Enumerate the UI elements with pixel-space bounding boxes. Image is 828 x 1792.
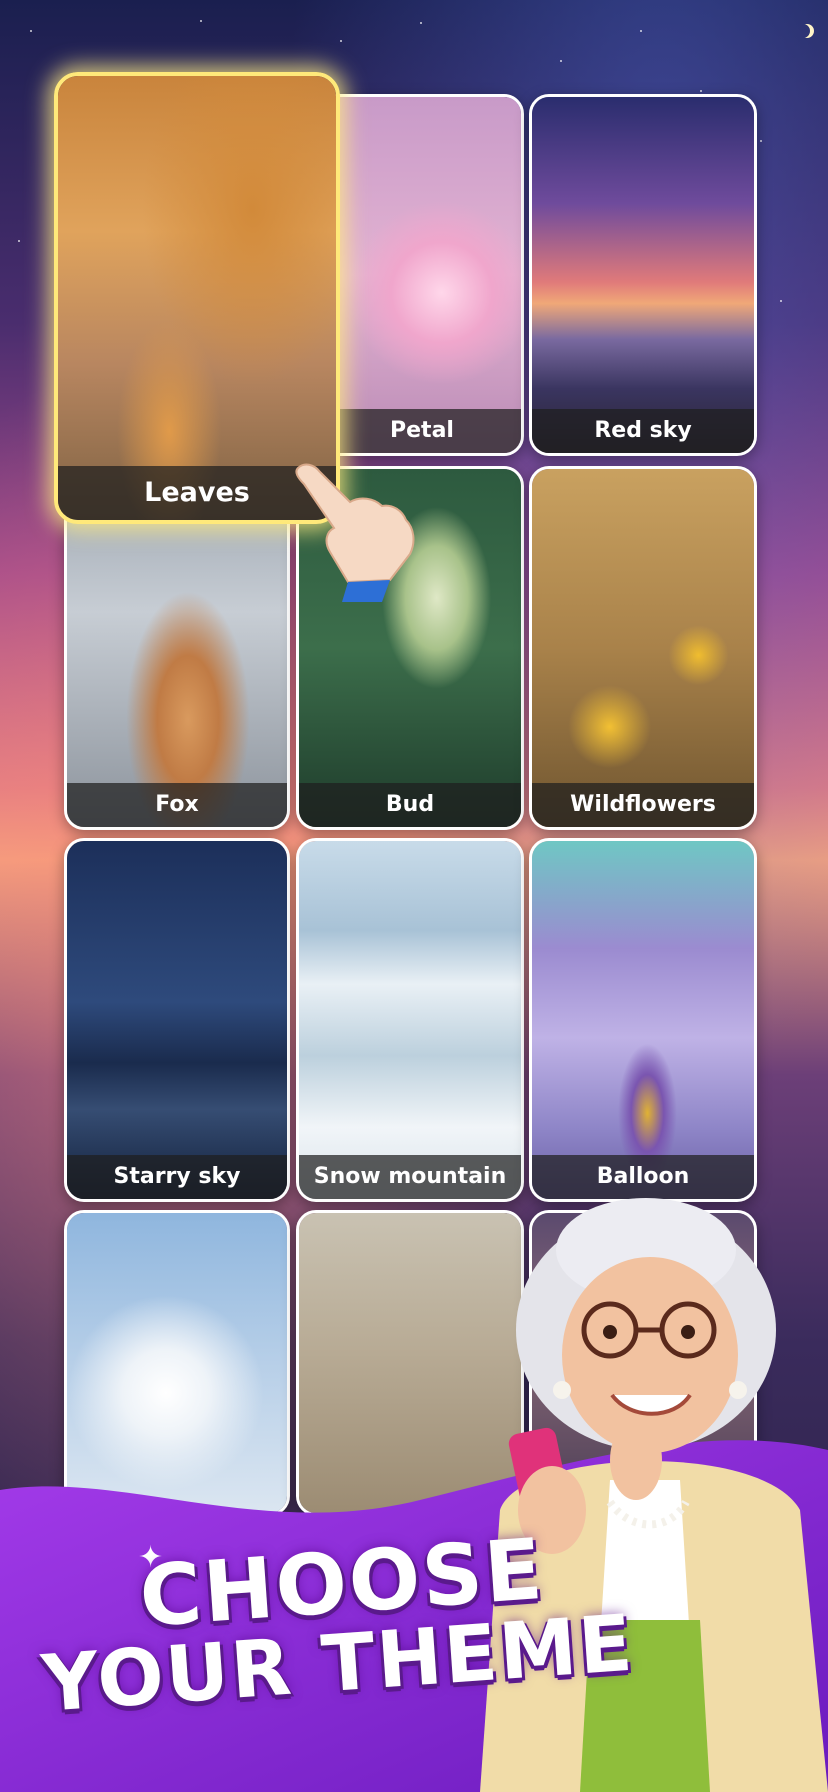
theme-label: Fox: [67, 783, 287, 827]
leaves-image: [58, 76, 336, 520]
wildflowers-image: [532, 469, 754, 827]
pointing-hand-icon: [295, 463, 415, 602]
grandma-character: [480, 1198, 828, 1792]
theme-label: Wildflowers: [532, 783, 754, 827]
starry-sky-image: [67, 841, 287, 1199]
theme-card-starry-sky[interactable]: Starry sky: [64, 838, 290, 1202]
theme-card-red-sky[interactable]: Red sky: [529, 94, 757, 456]
theme-label: Bud: [299, 783, 521, 827]
theme-card-leaves[interactable]: Leaves: [54, 72, 340, 524]
red-sky-image: [532, 97, 754, 453]
petal-image: [323, 97, 521, 453]
theme-label: Petal: [323, 409, 521, 453]
theme-card-petal[interactable]: Petal: [320, 94, 524, 456]
theme-card-balloon[interactable]: Balloon: [529, 838, 757, 1202]
theme-label: Starry sky: [67, 1155, 287, 1199]
theme-label: Red sky: [532, 409, 754, 453]
snow-mountain-image: [299, 841, 521, 1199]
balloon-image: [532, 841, 754, 1199]
theme-card-snow-mountain[interactable]: Snow mountain: [296, 838, 524, 1202]
theme-card-wildflowers[interactable]: Wildflowers: [529, 466, 757, 830]
